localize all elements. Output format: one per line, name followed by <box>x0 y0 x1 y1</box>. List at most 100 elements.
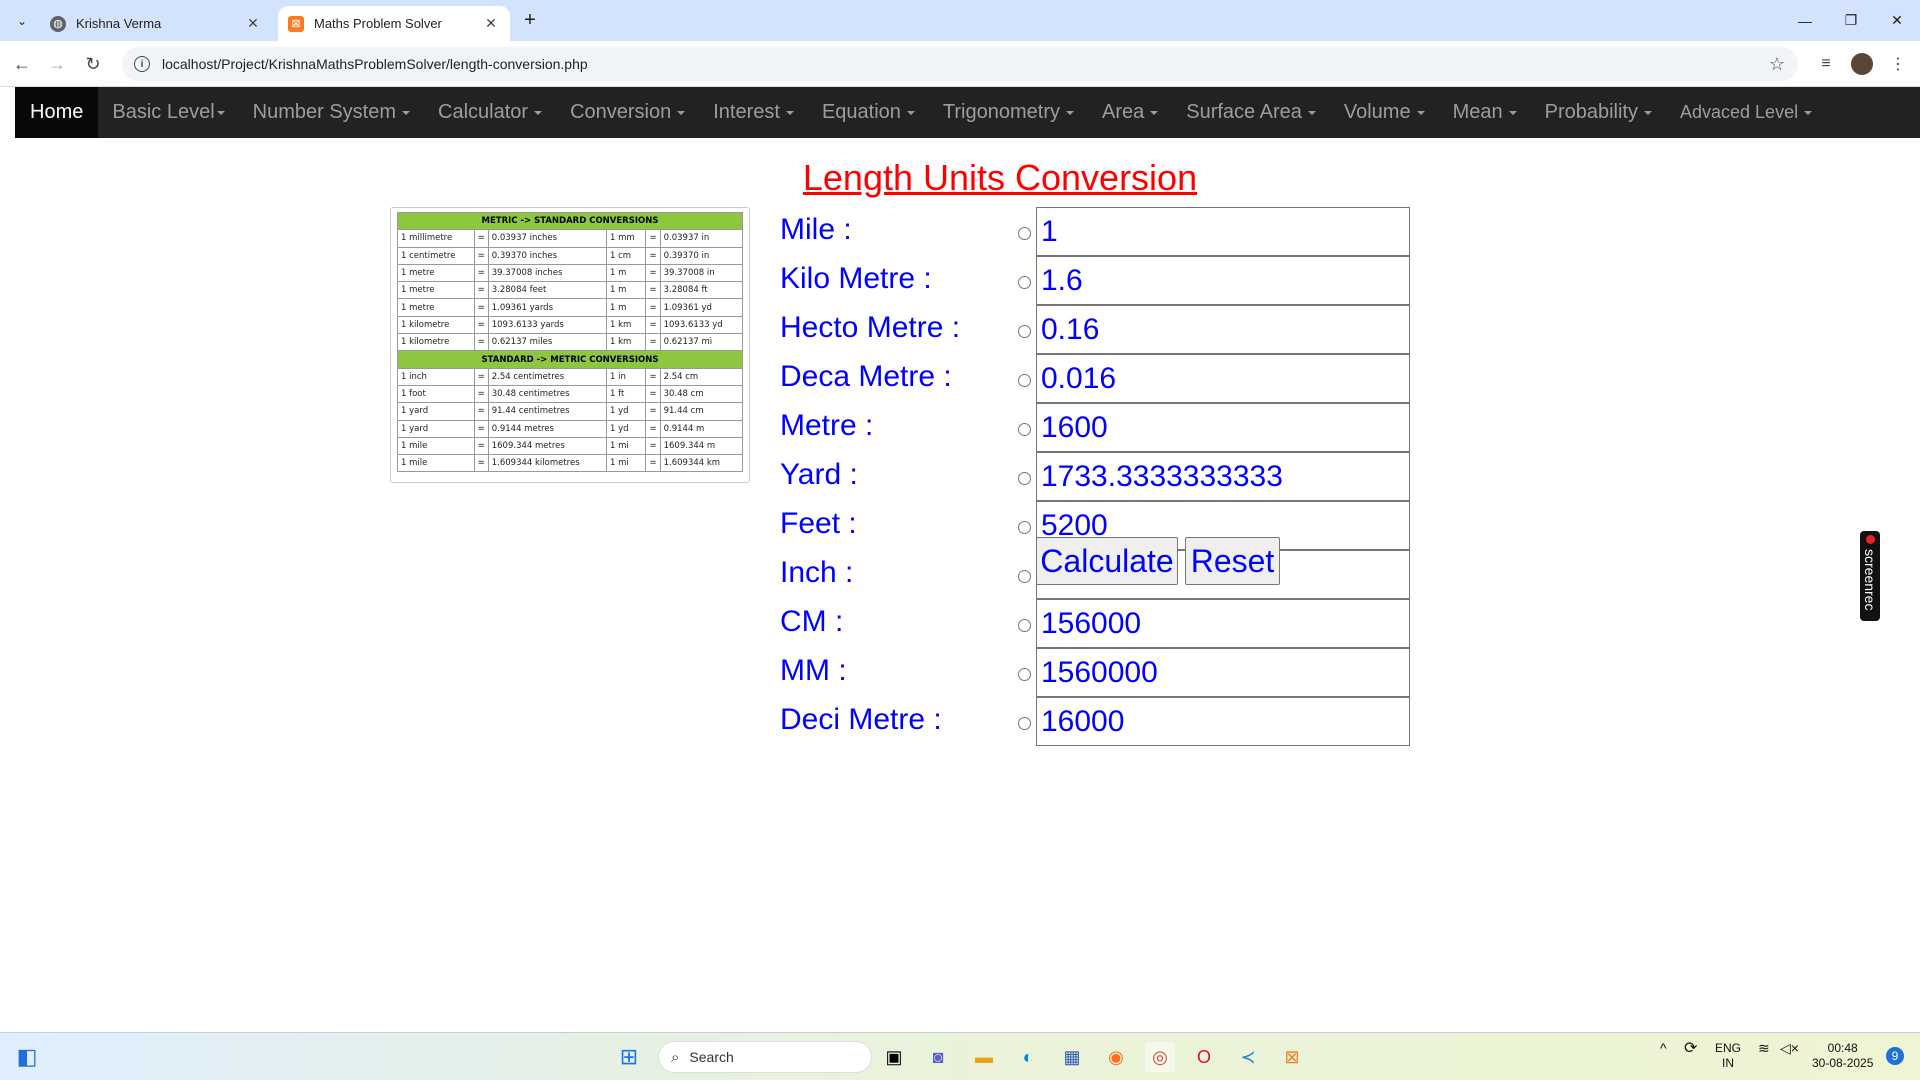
address-bar[interactable]: i localhost/Project/KrishnaMathsProblemS… <box>122 47 1798 81</box>
form-row-mile: Mile : 1 <box>780 207 1410 256</box>
calculate-button[interactable]: Calculate <box>1036 537 1178 585</box>
table-cell: = <box>473 454 489 473</box>
store-icon[interactable]: ▦ <box>1057 1042 1087 1072</box>
table-row: 1 centimetre = 0.39370 inches 1 cm = 0.39370 … <box>397 246 744 265</box>
table-row: 1 mile = 1609.344 metres 1 mi = 1609.344 m <box>397 436 744 456</box>
reload-icon[interactable]: ↻ <box>79 50 107 78</box>
mm-input[interactable]: 1560000 <box>1036 648 1410 697</box>
chrome-icon[interactable]: ◎ <box>1145 1042 1175 1072</box>
screenrec-widget[interactable]: screenrec <box>1860 531 1880 621</box>
tray-chevron-icon[interactable]: ^ <box>1660 1041 1667 1056</box>
yard-radio[interactable] <box>1018 472 1031 485</box>
table-row: 1 kilometre = 1093.6133 yards 1 km = 1093.613… <box>397 315 744 335</box>
inch-radio[interactable] <box>1018 570 1031 583</box>
nav-home[interactable]: Home <box>15 87 99 138</box>
search-placeholder: Search <box>689 1049 734 1065</box>
metre-radio[interactable] <box>1018 423 1031 436</box>
nav-number-system[interactable]: Number System <box>239 87 424 138</box>
table-cell: = <box>473 246 489 265</box>
windows-start-icon[interactable]: ⊞ <box>614 1042 644 1072</box>
restore-icon[interactable]: ❐ <box>1828 0 1874 41</box>
table-cell: = <box>645 333 661 352</box>
deca-metre-radio[interactable] <box>1018 374 1031 387</box>
page-title-text: Length Units Conversion <box>802 157 1198 198</box>
reset-button[interactable]: Reset <box>1185 537 1280 585</box>
deci-metre-radio[interactable] <box>1018 717 1031 730</box>
table-cell: 0.03937 inches <box>487 229 608 248</box>
mile-input[interactable]: 1 <box>1036 207 1410 256</box>
table-cell: 1 kilometre <box>397 315 475 335</box>
window-close-icon[interactable]: ✕ <box>1874 0 1920 41</box>
notification-badge[interactable]: 9 <box>1886 1047 1904 1065</box>
widgets-icon[interactable]: ◧ <box>12 1042 42 1072</box>
nav-basic-level[interactable]: Basic Level <box>98 87 238 138</box>
deca-metre-input[interactable]: 0.016 <box>1036 354 1410 403</box>
kilo-metre-input[interactable]: 1.6 <box>1036 256 1410 305</box>
sync-icon[interactable]: ⟳ <box>1684 1041 1697 1057</box>
mile-label: Mile : <box>780 213 852 246</box>
table-cell: = <box>473 436 489 456</box>
nav-probability[interactable]: Probability <box>1531 87 1666 138</box>
yard-input[interactable]: 1733.3333333333 <box>1036 452 1410 501</box>
caret-down-icon <box>906 110 915 115</box>
task-view-icon[interactable]: ▣ <box>879 1042 909 1072</box>
tab-krishna-verma[interactable]: ◍ Krishna Verma ✕ <box>40 6 272 41</box>
close-icon[interactable]: ✕ <box>482 15 500 32</box>
language-indicator[interactable]: ENG IN <box>1715 1041 1741 1071</box>
kilo-metre-radio[interactable] <box>1018 276 1031 289</box>
vscode-icon[interactable]: ≺ <box>1233 1042 1263 1072</box>
back-icon[interactable]: ← <box>8 50 36 78</box>
profile-avatar[interactable] <box>1848 51 1876 77</box>
table-cell: 1 millimetre <box>397 229 475 248</box>
nav-volume[interactable]: Volume <box>1330 87 1439 138</box>
nav-trigonometry[interactable]: Trigonometry <box>929 87 1088 138</box>
feet-radio[interactable] <box>1018 521 1031 534</box>
nav-mean[interactable]: Mean <box>1439 87 1531 138</box>
opera-icon[interactable]: O <box>1189 1042 1219 1072</box>
nav-conversion[interactable]: Conversion <box>556 87 699 138</box>
cm-radio[interactable] <box>1018 619 1031 632</box>
metre-label: Metre : <box>780 409 874 442</box>
mm-radio[interactable] <box>1018 668 1031 681</box>
xampp-taskbar-icon[interactable]: ⊠ <box>1277 1042 1307 1072</box>
nav-advanced-level[interactable]: Advaced Level <box>1666 87 1826 138</box>
form-row-hecto-metre: Hecto Metre : 0.16 <box>780 305 1410 354</box>
firefox-icon[interactable]: ◉ <box>1101 1042 1131 1072</box>
clock-time: 00:48 <box>1827 1041 1858 1055</box>
speaker-muted-icon[interactable]: ◁× <box>1780 1041 1799 1056</box>
file-explorer-icon[interactable]: ▬ <box>969 1042 999 1072</box>
edge-icon[interactable]: ◐ <box>1013 1042 1043 1072</box>
taskbar-search[interactable]: ⌕ Search <box>658 1041 872 1073</box>
nav-equation[interactable]: Equation <box>808 87 929 138</box>
globe-icon: ◍ <box>50 15 66 32</box>
minimize-icon[interactable]: — <box>1782 0 1828 41</box>
forward-icon[interactable]: → <box>43 50 71 78</box>
teams-chat-icon[interactable]: ◙ <box>923 1042 953 1072</box>
new-tab-icon[interactable]: + <box>518 8 542 32</box>
hecto-metre-radio[interactable] <box>1018 325 1031 338</box>
nav-calculator[interactable]: Calculator <box>424 87 556 138</box>
reading-list-icon[interactable]: ≡ <box>1812 51 1840 77</box>
avatar <box>1851 53 1873 75</box>
cm-input[interactable]: 156000 <box>1036 599 1410 648</box>
menu-kebab-icon[interactable]: ⋮ <box>1884 51 1912 77</box>
table-cell: 0.39370 in <box>659 246 744 265</box>
nav-surface-area[interactable]: Surface Area <box>1172 87 1330 138</box>
hecto-metre-input[interactable]: 0.16 <box>1036 305 1410 354</box>
table-cell: = <box>473 367 489 386</box>
tab-maths-problem-solver[interactable]: ⊠ Maths Problem Solver ✕ <box>278 6 510 41</box>
wifi-icon[interactable]: ≋ <box>1758 1041 1770 1056</box>
metre-input[interactable]: 1600 <box>1036 403 1410 452</box>
clock[interactable]: 00:48 30-08-2025 <box>1812 1041 1873 1071</box>
nav-area[interactable]: Area <box>1088 87 1172 138</box>
nav-interest[interactable]: Interest <box>699 87 808 138</box>
table-cell: = <box>473 315 489 335</box>
tab-search-chevron-icon[interactable]: ⌄ <box>10 9 34 33</box>
mile-radio[interactable] <box>1018 227 1031 240</box>
deci-metre-input[interactable]: 16000 <box>1036 697 1410 746</box>
site-info-icon[interactable]: i <box>134 56 150 72</box>
close-icon[interactable]: ✕ <box>244 15 262 32</box>
table-cell: 0.39370 inches <box>487 246 608 265</box>
table-cell: 1.609344 km <box>659 454 744 473</box>
bookmark-star-icon[interactable]: ☆ <box>1762 54 1792 75</box>
